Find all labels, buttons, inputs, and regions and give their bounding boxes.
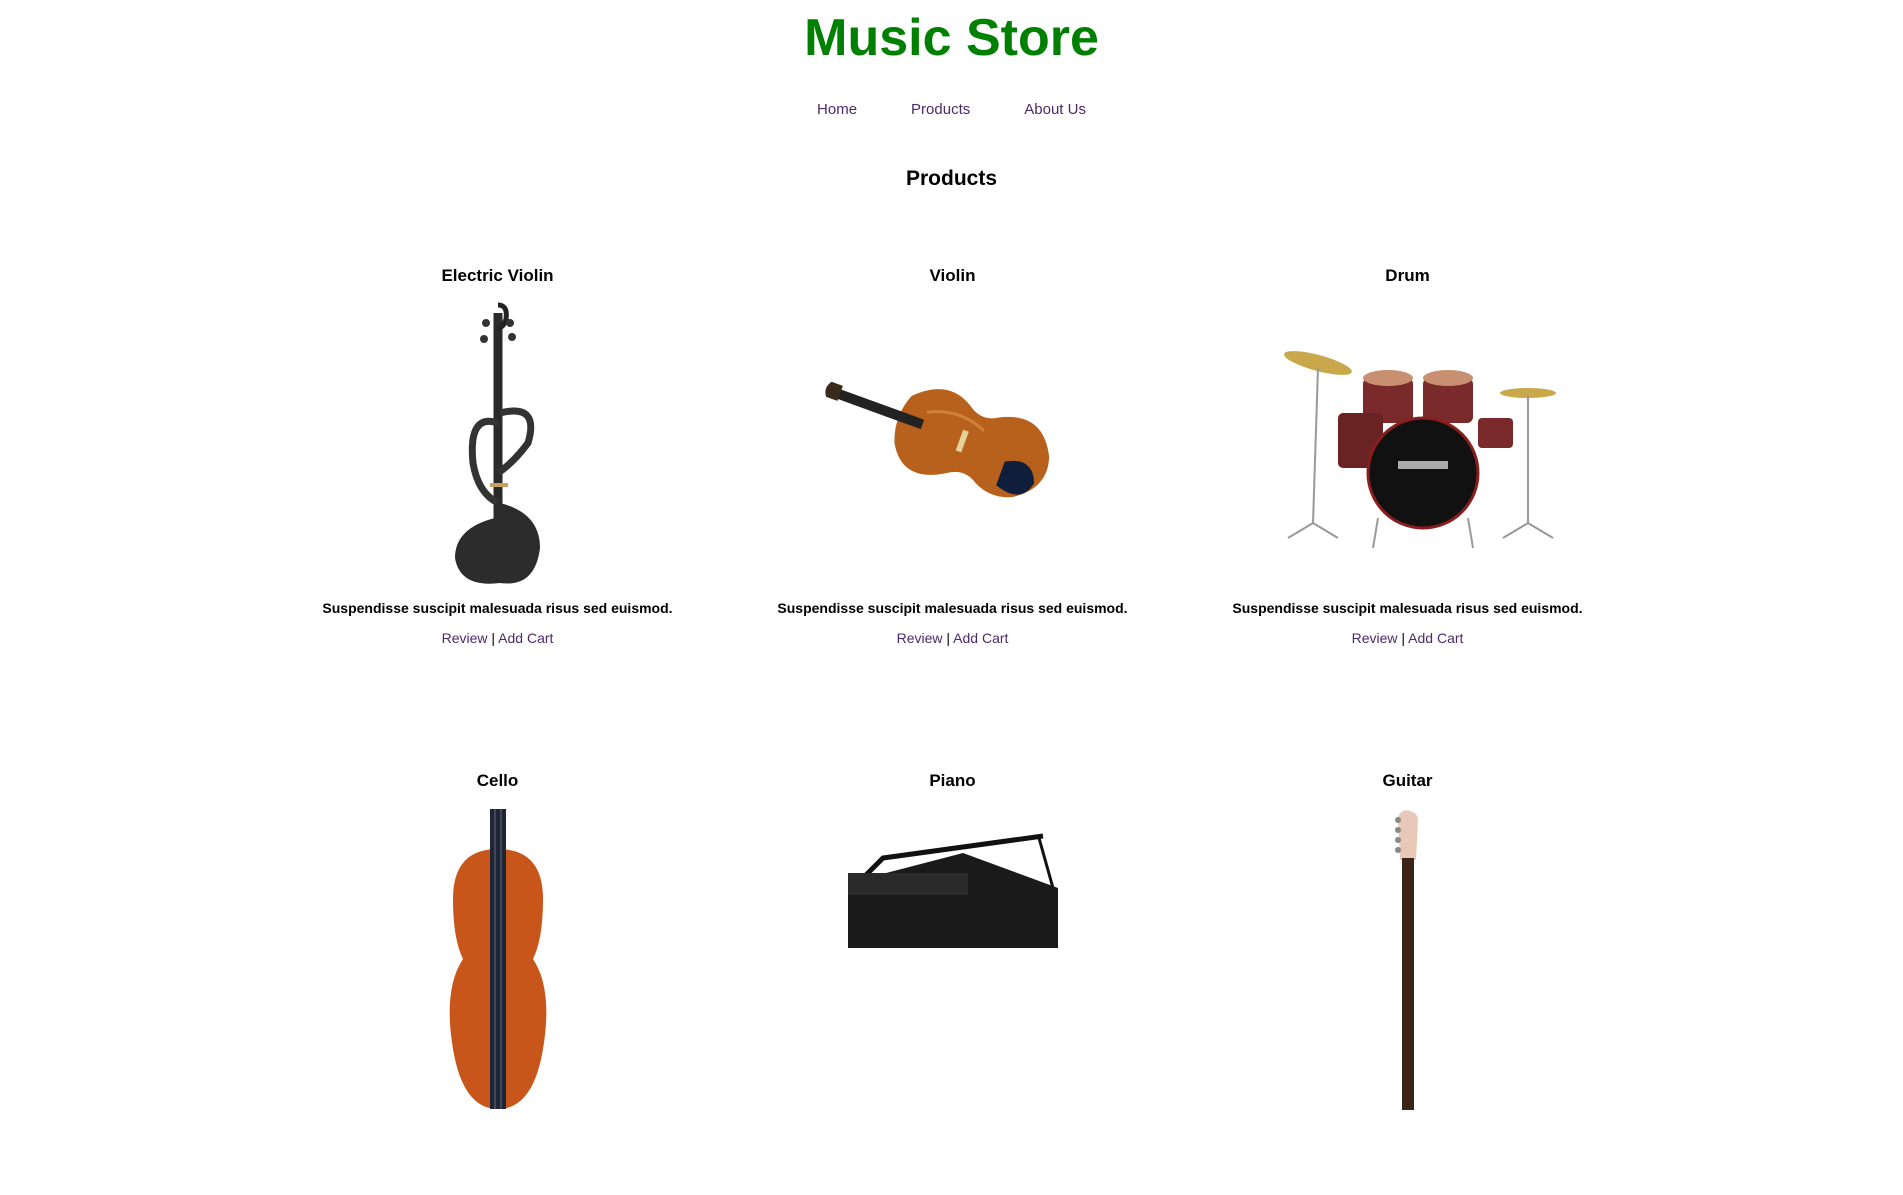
review-link[interactable]: Review bbox=[1352, 630, 1398, 646]
review-link[interactable]: Review bbox=[897, 630, 943, 646]
nav-about-link[interactable]: About Us bbox=[1024, 101, 1086, 118]
electric-violin-image bbox=[270, 293, 725, 593]
main-nav: Home Products About Us bbox=[0, 101, 1903, 118]
product-description: Suspendisse suscipit malesuada risus sed… bbox=[1232, 600, 1583, 616]
product-name: Drum bbox=[1385, 266, 1430, 285]
site-title: Music Store bbox=[804, 9, 1099, 67]
product-card: Violin Suspendisse suscipit malesuada ri… bbox=[725, 263, 1180, 690]
link-separator: | bbox=[946, 630, 951, 646]
product-name: Guitar bbox=[1382, 771, 1433, 790]
product-card: Piano bbox=[725, 768, 1180, 1195]
product-actions: Review | Add Cart bbox=[1180, 630, 1635, 646]
product-description: Suspendisse suscipit malesuada risus sed… bbox=[322, 600, 673, 616]
product-actions: Review | Add Cart bbox=[270, 630, 725, 646]
add-cart-link[interactable]: Add Cart bbox=[498, 630, 553, 646]
link-separator: | bbox=[491, 630, 496, 646]
product-card: Guitar bbox=[1180, 768, 1635, 1195]
product-name: Piano bbox=[929, 771, 976, 790]
nav-products-link[interactable]: Products bbox=[911, 101, 970, 118]
link-separator: | bbox=[1401, 630, 1406, 646]
product-name: Electric Violin bbox=[441, 266, 554, 285]
nav-home-link[interactable]: Home bbox=[817, 101, 857, 118]
add-cart-link[interactable]: Add Cart bbox=[953, 630, 1008, 646]
product-name: Cello bbox=[476, 771, 519, 790]
cello-image bbox=[270, 798, 725, 1109]
review-link[interactable]: Review bbox=[442, 630, 488, 646]
product-name: Violin bbox=[929, 266, 976, 285]
piano-image bbox=[725, 798, 1180, 1098]
product-card: Cello bbox=[270, 768, 725, 1195]
product-grid: Electric Violin Suspendisse suscipit mal… bbox=[270, 263, 1635, 1195]
violin-image bbox=[725, 293, 1180, 593]
products-heading: Products bbox=[905, 167, 997, 190]
product-card: Electric Violin Suspendisse suscipit mal… bbox=[270, 263, 725, 690]
product-description: Suspendisse suscipit malesuada risus sed… bbox=[777, 600, 1128, 616]
product-card: Drum Suspendisse suscipit malesuada risu… bbox=[1180, 263, 1635, 690]
product-actions: Review | Add Cart bbox=[725, 630, 1180, 646]
guitar-image bbox=[1180, 798, 1635, 1110]
drum-kit-image bbox=[1180, 293, 1635, 593]
add-cart-link[interactable]: Add Cart bbox=[1408, 630, 1463, 646]
